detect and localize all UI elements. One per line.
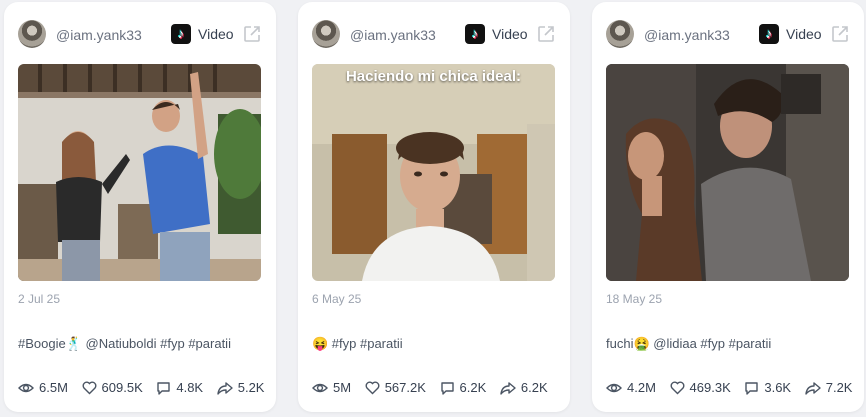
likes-count: 469.3K — [689, 380, 731, 395]
post-date: 6 May 25 — [312, 292, 362, 306]
likes-count: 609.5K — [101, 380, 143, 395]
tiktok-icon: ♪ — [171, 24, 191, 44]
video-overlay-text: Haciendo mi chica ideal: — [345, 68, 522, 85]
account-handle[interactable]: @iam.yank33 — [56, 27, 142, 43]
comments-count: 6.2K — [459, 380, 487, 395]
post-caption: #Boogie🕺 @Natiuboldi #fyp #paratii — [18, 336, 231, 351]
share-icon — [500, 381, 516, 395]
video-thumbnail[interactable] — [18, 64, 261, 281]
likes-stat: 469.3K — [670, 380, 731, 395]
shares-stat: 7.2K — [805, 380, 853, 395]
video-thumbnail[interactable]: Haciendo mi chica ideal: — [312, 64, 555, 281]
account-handle[interactable]: @iam.yank33 — [350, 27, 436, 43]
comments-count: 4.8K — [176, 380, 204, 395]
video-card[interactable]: @iam.yank33 ♪ Video Haciendo mi chica id… — [298, 2, 570, 412]
content-type-label: Video — [786, 26, 822, 42]
comments-stat: 6.2K — [440, 380, 487, 395]
post-date: 2 Jul 25 — [18, 292, 61, 306]
comment-icon — [745, 381, 759, 395]
heart-icon — [670, 381, 685, 394]
post-date: 18 May 25 — [606, 292, 663, 306]
views-stat: 5M — [312, 380, 351, 395]
video-card[interactable]: @iam.yank33 ♪ Video 18 May 25 fuchi🤮 @li… — [592, 2, 864, 412]
shares-stat: 5.2K — [217, 380, 265, 395]
comments-stat: 3.6K — [744, 380, 791, 395]
shares-count: 7.2K — [825, 380, 853, 395]
views-count: 6.5M — [39, 380, 68, 395]
eye-icon — [18, 383, 34, 392]
post-caption: 😝 #fyp #paratii — [312, 336, 403, 351]
comments-count: 3.6K — [764, 380, 792, 395]
heart-icon — [365, 381, 380, 394]
card-header: @iam.yank33 ♪ Video — [312, 20, 556, 50]
card-header: @iam.yank33 ♪ Video — [18, 20, 262, 50]
views-count: 4.2M — [627, 380, 656, 395]
post-caption: fuchi🤮 @lidiaa #fyp #paratii — [606, 336, 772, 351]
likes-stat: 567.2K — [365, 380, 426, 395]
views-stat: 4.2M — [606, 380, 656, 395]
eye-icon — [312, 383, 328, 392]
shares-stat: 6.2K — [500, 380, 548, 395]
shares-count: 5.2K — [237, 380, 265, 395]
tiktok-icon: ♪ — [465, 24, 485, 44]
share-icon — [805, 381, 821, 395]
comments-stat: 4.8K — [156, 380, 203, 395]
avatar[interactable] — [606, 20, 634, 48]
views-stat: 6.5M — [18, 380, 68, 395]
likes-stat: 609.5K — [82, 380, 143, 395]
shares-count: 6.2K — [520, 380, 548, 395]
card-header: @iam.yank33 ♪ Video — [606, 20, 850, 50]
content-type-label: Video — [492, 26, 528, 42]
external-link-icon[interactable] — [242, 24, 262, 44]
video-thumbnail[interactable] — [606, 64, 849, 281]
eye-icon — [606, 383, 622, 392]
avatar[interactable] — [18, 20, 46, 48]
external-link-icon[interactable] — [830, 24, 850, 44]
video-card[interactable]: @iam.yank33 ♪ Video 2 Jul 25 #Boogie🕺 @N… — [4, 2, 276, 412]
views-count: 5M — [333, 380, 352, 395]
external-link-icon[interactable] — [536, 24, 556, 44]
comment-icon — [440, 381, 454, 395]
account-handle[interactable]: @iam.yank33 — [644, 27, 730, 43]
stats-bar: 5M 567.2K 6.2K 6.2K — [312, 380, 558, 398]
comment-icon — [157, 381, 171, 395]
avatar[interactable] — [312, 20, 340, 48]
stats-bar: 4.2M 469.3K 3.6K 7.2K — [606, 380, 862, 398]
heart-icon — [82, 381, 97, 394]
likes-count: 567.2K — [384, 380, 426, 395]
share-icon — [217, 381, 233, 395]
content-type-label: Video — [198, 26, 234, 42]
tiktok-icon: ♪ — [759, 24, 779, 44]
stats-bar: 6.5M 609.5K 4.8K 5.2K — [18, 380, 274, 398]
